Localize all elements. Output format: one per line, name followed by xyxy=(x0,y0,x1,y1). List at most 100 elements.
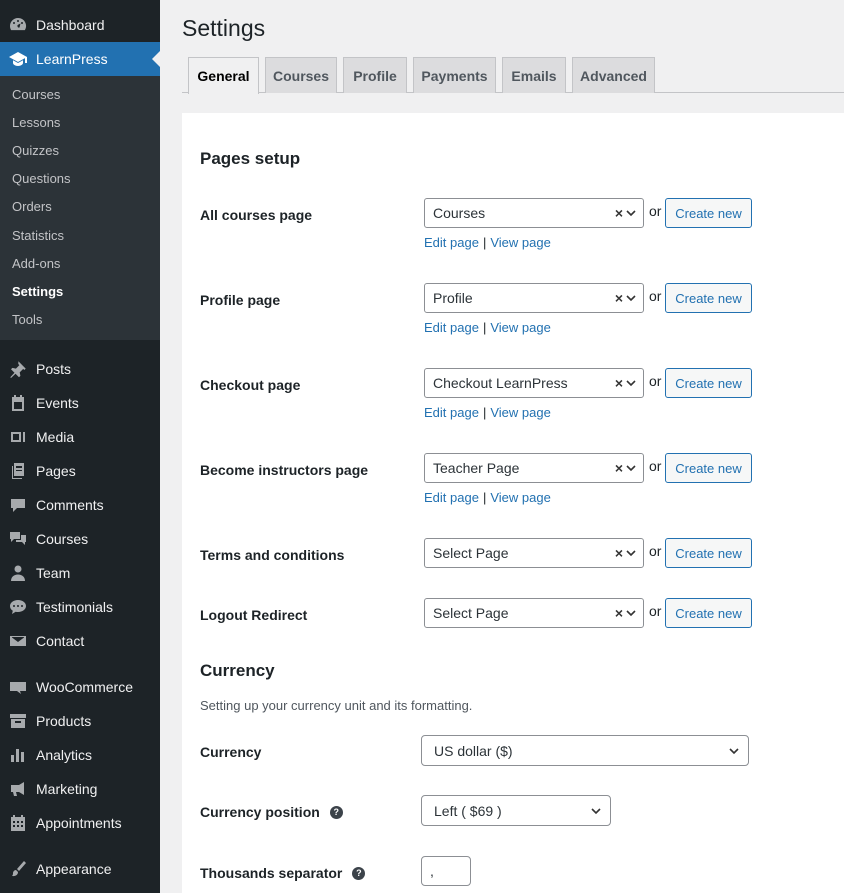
submenu-orders[interactable]: Orders xyxy=(0,193,160,221)
clear-icon[interactable]: × xyxy=(615,205,623,221)
create-new-button[interactable]: Create new xyxy=(665,283,752,313)
menu-woocommerce[interactable]: WooCommerce xyxy=(0,670,160,704)
selected-value: US dollar ($) xyxy=(434,742,513,759)
menu-dashboard[interactable]: Dashboard xyxy=(0,8,160,42)
submenu-quizzes[interactable]: Quizzes xyxy=(0,136,160,164)
submenu-courses[interactable]: Courses xyxy=(0,80,160,108)
view-page-link[interactable]: View page xyxy=(490,235,550,250)
create-new-button[interactable]: Create new xyxy=(665,453,752,483)
help-icon[interactable]: ? xyxy=(352,866,366,880)
menu-appointments[interactable]: Appointments xyxy=(0,806,160,840)
profile-page-select[interactable]: Profile × xyxy=(424,283,644,313)
checkout-page-label: Checkout page xyxy=(200,377,301,393)
view-page-link[interactable]: View page xyxy=(490,405,550,420)
clear-icon[interactable]: × xyxy=(615,290,623,306)
or-text: or xyxy=(649,543,662,559)
pushpin-icon xyxy=(0,359,36,379)
create-new-button[interactable]: Create new xyxy=(665,598,752,628)
menu-contact[interactable]: Contact xyxy=(0,624,160,658)
submenu-lessons[interactable]: Lessons xyxy=(0,108,160,136)
all-courses-page-label: All courses page xyxy=(200,207,313,223)
currency-position-label: Currency position? xyxy=(200,804,343,820)
menu-analytics[interactable]: Analytics xyxy=(0,738,160,772)
menu-media[interactable]: Media xyxy=(0,420,160,454)
envelope-icon xyxy=(0,631,36,651)
create-new-button[interactable]: Create new xyxy=(665,538,752,568)
tab-emails[interactable]: Emails xyxy=(502,57,566,93)
menu-pages[interactable]: Pages xyxy=(0,454,160,488)
currency-select[interactable]: US dollar ($) xyxy=(421,735,749,766)
tab-advanced[interactable]: Advanced xyxy=(572,57,655,93)
menu-marketing[interactable]: Marketing xyxy=(0,772,160,806)
submenu-add-ons[interactable]: Add-ons xyxy=(0,249,160,277)
menu-label: Events xyxy=(36,394,79,411)
chevron-down-icon xyxy=(626,210,636,217)
view-page-link[interactable]: View page xyxy=(490,490,550,505)
menu-label: Testimonials xyxy=(36,598,114,615)
terms-conditions-select[interactable]: Select Page × xyxy=(424,538,644,568)
checkout-page-select[interactable]: Checkout LearnPress × xyxy=(424,368,644,398)
edit-page-link[interactable]: Edit page xyxy=(424,320,479,335)
submenu-questions[interactable]: Questions xyxy=(0,165,160,193)
learnpress-submenu: Courses Lessons Quizzes Questions Orders… xyxy=(0,76,160,340)
page-links: Edit page | View page xyxy=(424,320,551,335)
or-text: or xyxy=(649,373,662,389)
create-new-button[interactable]: Create new xyxy=(665,198,752,228)
menu-label: Products xyxy=(36,712,92,729)
tab-profile[interactable]: Profile xyxy=(343,57,407,93)
edit-page-link[interactable]: Edit page xyxy=(424,405,479,420)
page-links: Edit page | View page xyxy=(424,490,551,505)
create-new-button[interactable]: Create new xyxy=(665,368,752,398)
submenu-settings[interactable]: Settings xyxy=(0,277,160,305)
clear-icon[interactable]: × xyxy=(615,605,623,621)
clear-icon[interactable]: × xyxy=(615,545,623,561)
selected-value: Courses xyxy=(433,205,486,221)
all-courses-page-select[interactable]: Courses × xyxy=(424,198,644,228)
currency-heading: Currency xyxy=(200,661,275,680)
become-instructors-page-select[interactable]: Teacher Page × xyxy=(424,453,644,483)
archive-icon xyxy=(0,711,36,731)
speech-bubble-icon xyxy=(0,597,36,617)
settings-tabs: General Courses Profile Payments Emails … xyxy=(182,57,844,94)
thousands-separator-input[interactable]: , xyxy=(421,856,471,886)
menu-appearance[interactable]: Appearance xyxy=(0,852,160,886)
menu-label: Courses xyxy=(36,530,89,547)
currency-position-select[interactable]: Left ( $69 ) xyxy=(421,795,611,826)
page-links: Edit page | View page xyxy=(424,235,551,250)
menu-testimonials[interactable]: Testimonials xyxy=(0,590,160,624)
menu-label: Dashboard xyxy=(36,17,105,33)
menu-label: Comments xyxy=(36,496,104,513)
edit-page-link[interactable]: Edit page xyxy=(424,490,479,505)
clear-icon[interactable]: × xyxy=(615,375,623,391)
menu-learnpress[interactable]: LearnPress xyxy=(0,42,160,76)
view-page-link[interactable]: View page xyxy=(490,320,550,335)
help-icon[interactable]: ? xyxy=(329,805,343,819)
menu-comments[interactable]: Comments xyxy=(0,488,160,522)
menu-courses[interactable]: Courses xyxy=(0,522,160,556)
menu-events[interactable]: Events xyxy=(0,386,160,420)
currency-description: Setting up your currency unit and its fo… xyxy=(200,698,473,713)
tab-general[interactable]: General xyxy=(188,57,259,94)
menu-label: LearnPress xyxy=(36,51,108,67)
submenu-statistics[interactable]: Statistics xyxy=(0,221,160,249)
chevron-down-icon xyxy=(626,550,636,557)
tab-payments[interactable]: Payments xyxy=(413,57,496,93)
menu-posts[interactable]: Posts xyxy=(0,352,160,386)
woo-icon xyxy=(0,677,36,697)
chevron-down-icon xyxy=(626,380,636,387)
submenu-tools[interactable]: Tools xyxy=(0,306,160,334)
logout-redirect-select[interactable]: Select Page × xyxy=(424,598,644,628)
megaphone-icon xyxy=(0,779,36,799)
clear-icon[interactable]: × xyxy=(615,460,623,476)
chevron-down-icon xyxy=(591,808,601,815)
selected-value: Profile xyxy=(433,290,473,306)
menu-products[interactable]: Products xyxy=(0,704,160,738)
tab-courses[interactable]: Courses xyxy=(265,57,337,93)
edit-page-link[interactable]: Edit page xyxy=(424,235,479,250)
bar-chart-icon xyxy=(0,745,36,765)
or-text: or xyxy=(649,288,662,304)
graduation-cap-icon xyxy=(0,49,36,69)
comments-icon xyxy=(0,529,36,549)
selected-value: Teacher Page xyxy=(433,460,520,476)
menu-team[interactable]: Team xyxy=(0,556,160,590)
